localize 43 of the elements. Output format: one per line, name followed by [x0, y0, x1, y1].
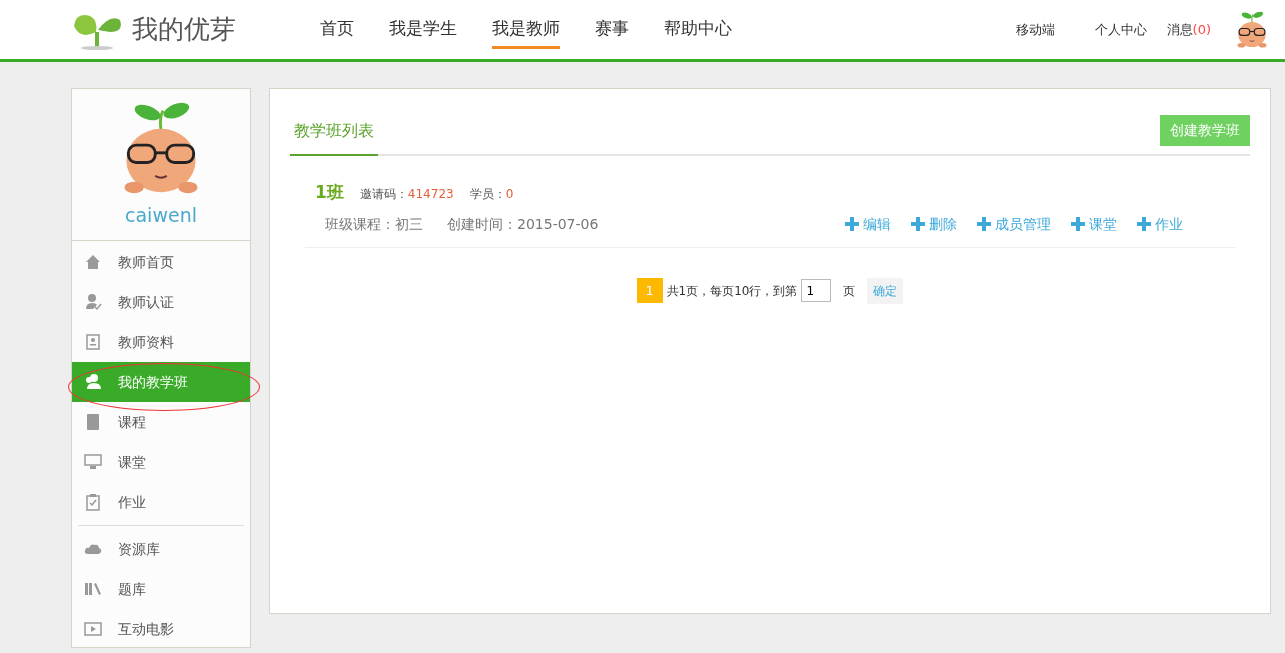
sidebar-item[interactable]: 教师资料 — [72, 322, 250, 362]
home-icon — [84, 253, 102, 271]
plus-icon — [845, 217, 859, 231]
sidebar-item[interactable]: 教师认证 — [72, 282, 250, 322]
top-link[interactable]: 移动端 — [1015, 19, 1055, 40]
class-name: 1班 — [315, 181, 344, 204]
nav-link[interactable]: 首页 — [320, 16, 354, 49]
nav-link[interactable]: 我是教师 — [492, 16, 560, 49]
plus-icon — [911, 217, 925, 231]
profile-card-icon — [84, 333, 102, 351]
messages-link[interactable]: 消息(0) — [1166, 19, 1211, 40]
created-time: 创建时间：2015-07-06 — [447, 214, 599, 234]
invite-code: 414723 — [407, 186, 454, 203]
book-icon — [84, 413, 102, 431]
sidebar-item[interactable]: 教师首页 — [72, 242, 250, 282]
logo-text: 我的优芽 — [132, 13, 236, 46]
users-icon — [84, 373, 102, 391]
sidebar-item[interactable]: 作业 — [72, 482, 250, 522]
clipboard-check-icon — [84, 493, 102, 511]
nav-link[interactable]: 帮助中心 — [664, 16, 732, 49]
page-summary: 共1页，每页10行，到第 — [666, 282, 798, 300]
film-icon — [84, 620, 102, 638]
sidebar-item[interactable]: 课堂 — [72, 442, 250, 482]
plus-icon — [1071, 217, 1085, 231]
username: caiwenl — [125, 203, 197, 228]
page-unit: 页 — [843, 282, 856, 300]
class-course: 班级课程：初三 — [325, 214, 423, 234]
sidebar-item[interactable]: 题库 — [72, 569, 250, 609]
page-input[interactable]: 1 — [801, 279, 832, 302]
plus-icon — [1137, 217, 1151, 231]
member-count: 0 — [505, 186, 514, 203]
sidebar-item[interactable]: 课程 — [72, 402, 250, 442]
top-link[interactable]: 个人中心 — [1094, 19, 1147, 40]
sidebar-item[interactable]: 资源库 — [72, 529, 250, 569]
user-check-icon — [84, 293, 102, 311]
nav-link[interactable]: 赛事 — [595, 16, 629, 49]
invite-code-label: 邀请码： — [359, 186, 408, 203]
members-label: 学员： — [469, 186, 506, 203]
monitor-icon — [84, 453, 102, 471]
plus-icon — [977, 217, 991, 231]
nav-link[interactable]: 我是学生 — [389, 16, 457, 49]
sidebar-item[interactable]: 互动电影 — [72, 609, 250, 649]
books-icon — [84, 580, 102, 598]
